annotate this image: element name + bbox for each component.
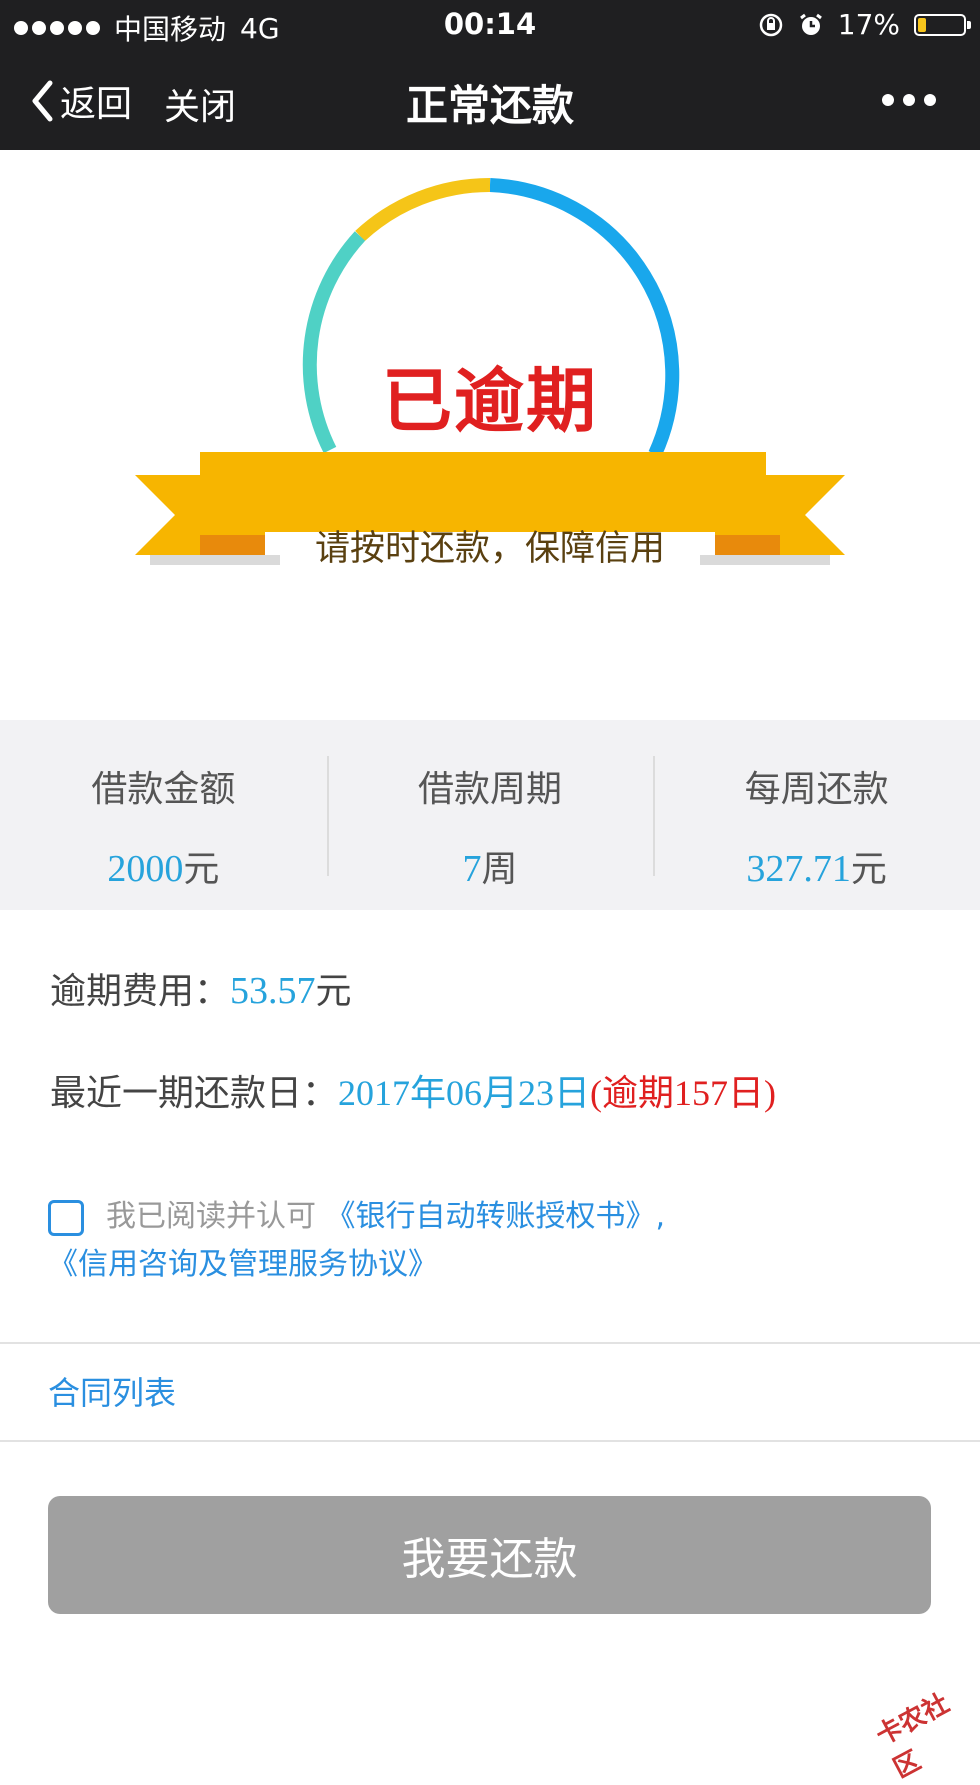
overdue-status-label: 已逾期 [382,360,598,442]
page-title: 正常还款 [405,81,574,130]
loan-status-graphic: 已逾期 请按时还款，保障信用 [0,150,980,720]
orientation-lock-icon [759,13,783,36]
more-options-icon[interactable] [882,94,936,106]
stat-label: 借款金额 [91,769,236,810]
watermark-text: 卡农社区 [871,1688,955,1785]
agreement-prefix: 我已阅读并认可 [106,1199,316,1234]
repay-button[interactable]: 我要还款 [48,1496,931,1614]
contract-list-link[interactable]: 合同列表 [48,1368,176,1414]
overdue-fee-value: 53.57 [230,970,316,1012]
next-due-date: 2017年06月23日 [338,1073,591,1113]
bank-transfer-authorization-link[interactable]: 《银行自动转账授权书》, [326,1199,666,1234]
overdue-fee-label: 逾期费用： [50,971,231,1012]
nav-bar: 返回 关闭 正常还款 [0,50,980,150]
stat-label: 借款周期 [418,769,563,810]
credit-service-agreement-link[interactable]: 《信用咨询及管理服务协议》 [48,1247,438,1282]
battery-percent: 17% [837,8,900,41]
overdue-days: (逾期157日) [590,1073,777,1113]
stat-label: 每周还款 [744,769,889,810]
divider [0,1342,980,1344]
loan-amount-stat: 借款金额 2000元 [0,720,327,910]
stat-value: 2000元 [107,848,220,890]
battery-icon [914,13,971,36]
loan-summary: 借款金额 2000元 借款周期 7周 每周还款 327.71元 [0,720,980,910]
stat-value: 327.71元 [746,848,887,890]
app-header: 中国移动 4G 00:14 17% 返回 关闭 正常还款 [0,0,980,150]
status-bar: 中国移动 4G 00:14 17% [0,0,980,50]
alarm-icon [799,13,822,35]
next-due-label: 最近一期还款日： [50,1073,339,1114]
weekly-payment-stat: 每周还款 327.71元 [653,720,980,910]
next-due-row: 最近一期还款日：2017年06月23日(逾期157日) [50,1064,776,1116]
stat-value: 7周 [462,848,518,890]
loan-period-stat: 借款周期 7周 [326,720,654,910]
reminder-banner-text: 请按时还款，保障信用 [314,529,665,569]
overdue-fee-row: 逾期费用：53.57元 [50,970,352,1012]
status-right: 17% [758,8,971,41]
agreement-text: 我已阅读并认可 《银行自动转账授权书》, 《信用咨询及管理服务协议》 [48,1193,928,1289]
divider [0,1440,980,1442]
